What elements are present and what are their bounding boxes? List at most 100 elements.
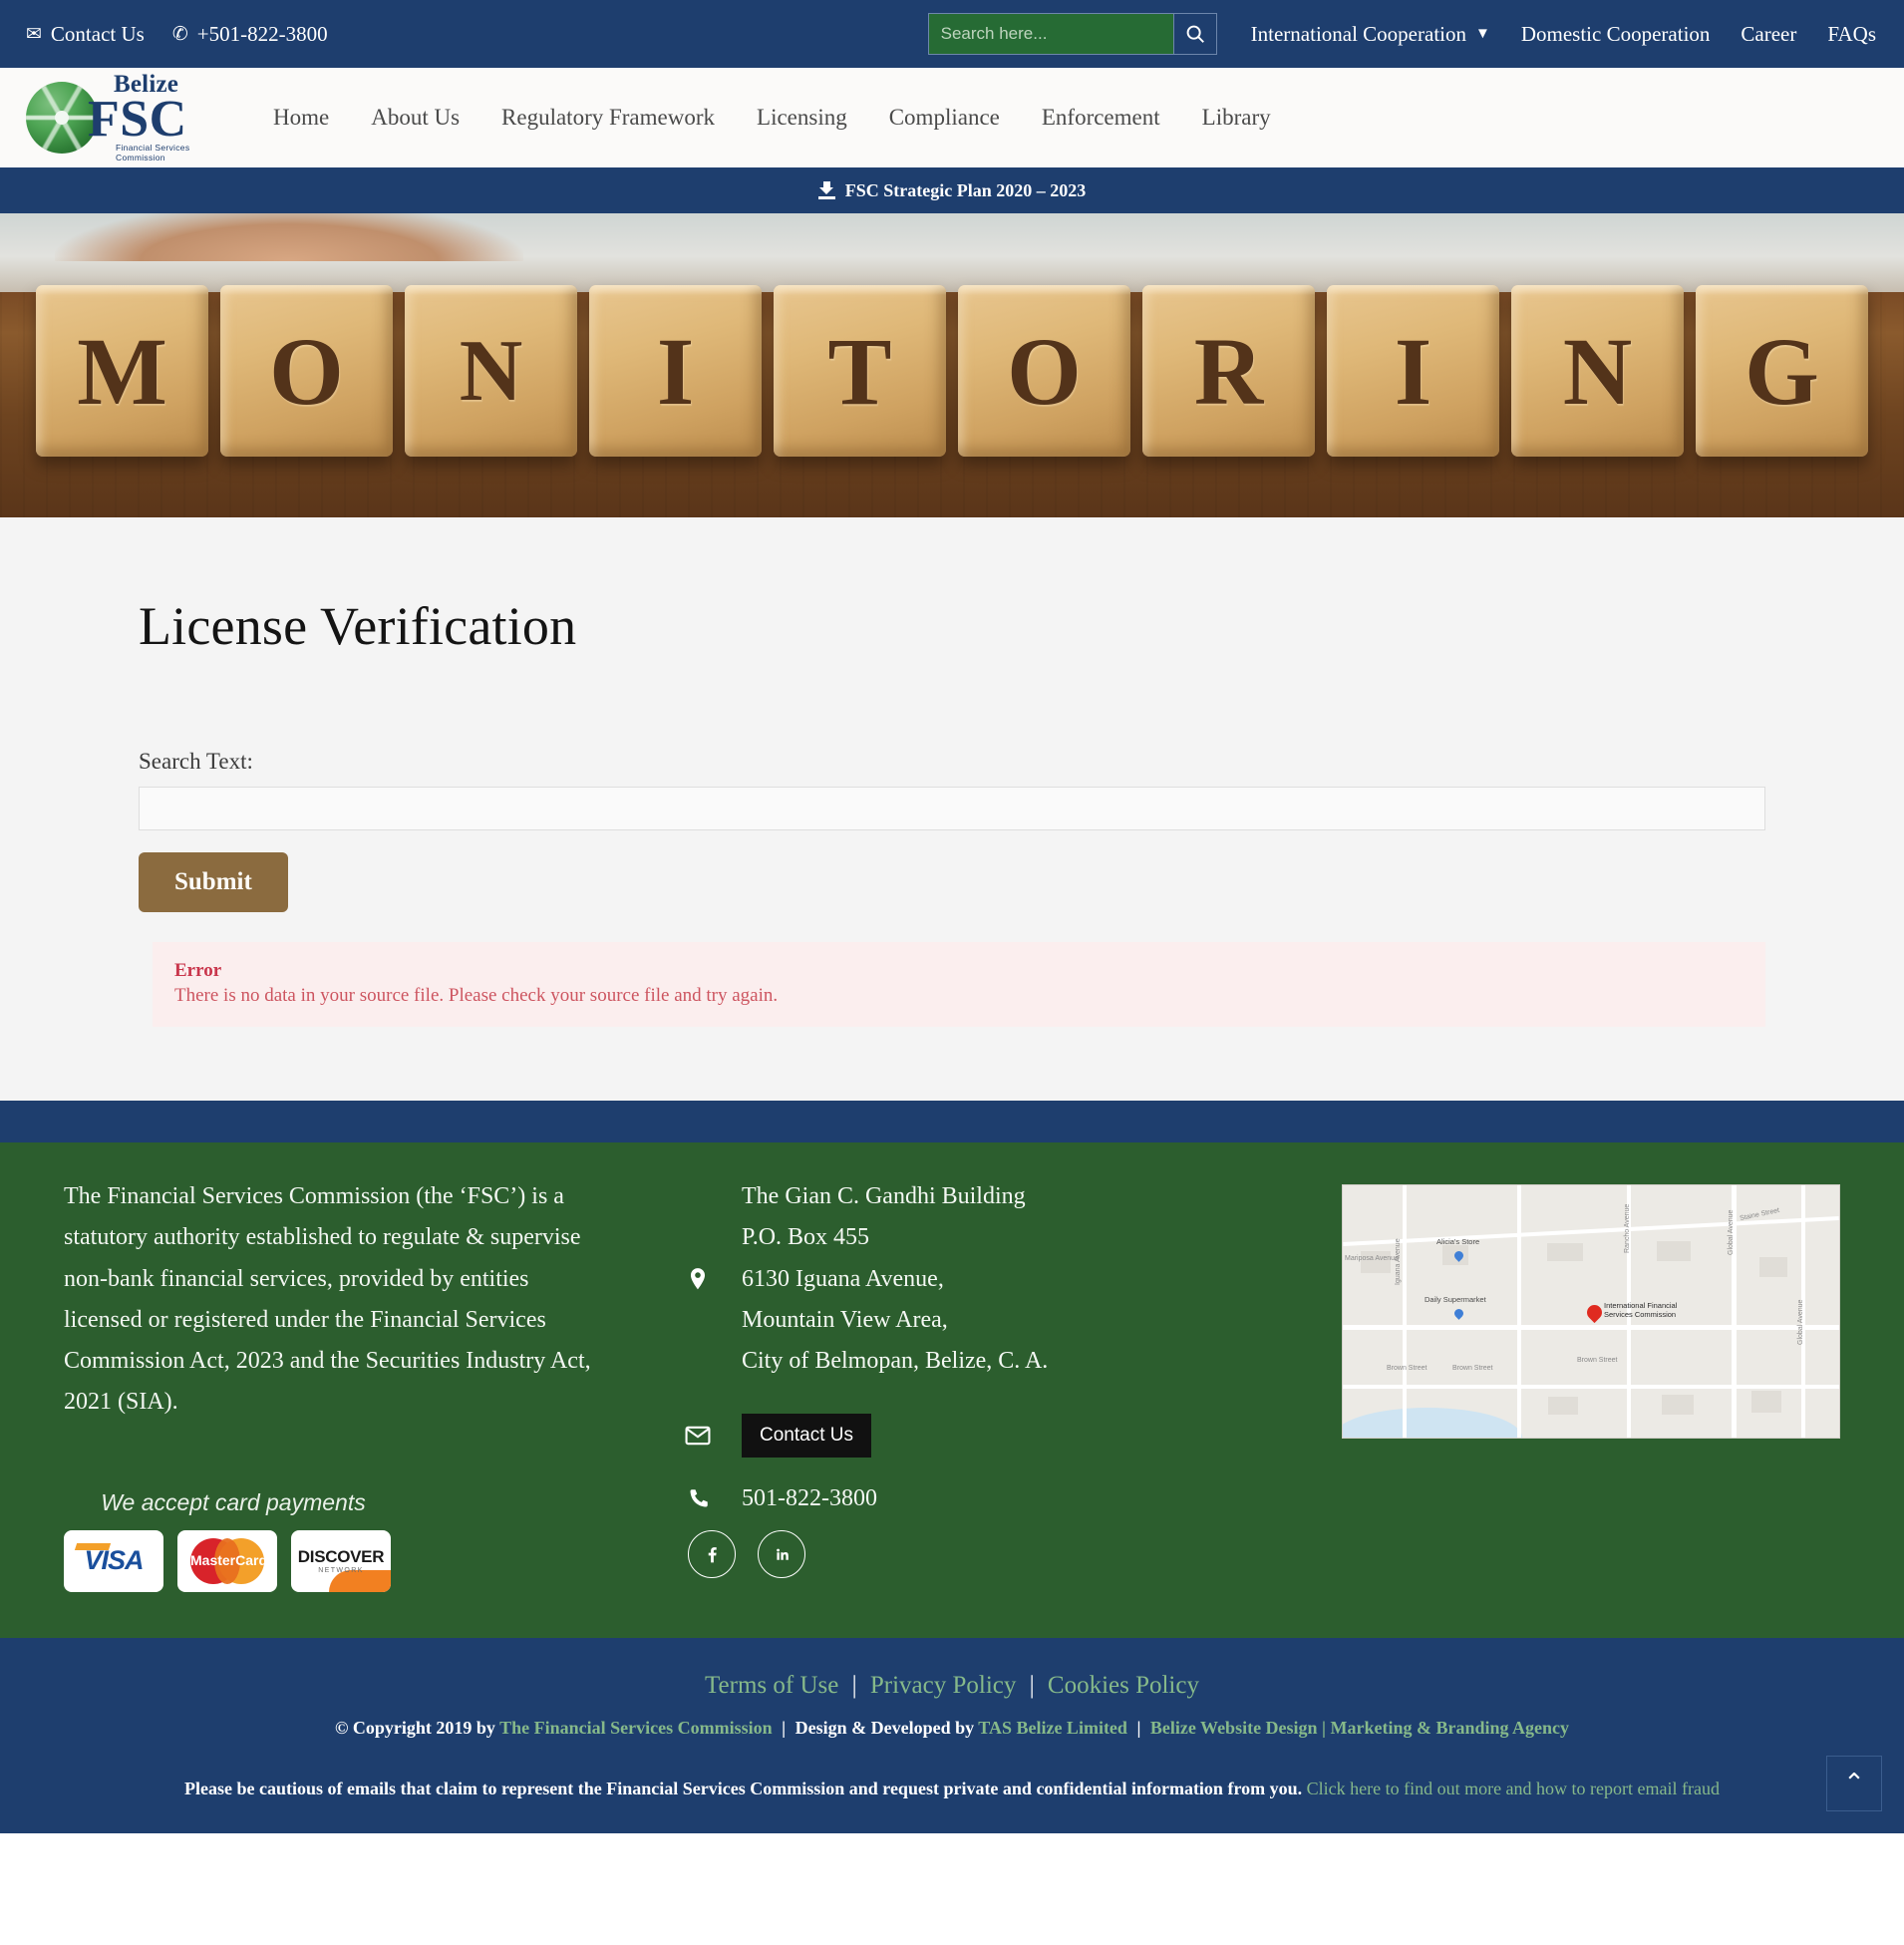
footer-address-row: The Gian C. Gandhi Building P.O. Box 455… [682,1176,1300,1382]
map-street-label: Global Avenue [1797,1299,1804,1345]
copyright-separator: | [1136,1717,1141,1738]
phone-icon: ✆ [171,23,188,45]
footer-phone-link[interactable]: 501-822-3800 [742,1485,877,1512]
map-building [1662,1395,1694,1415]
nav-item-compliance[interactable]: Compliance [889,105,1000,131]
cookies-policy-link[interactable]: Cookies Policy [1048,1672,1199,1699]
nav-item-regulatory-framework[interactable]: Regulatory Framework [501,105,715,131]
location-map[interactable]: International Financial Services Commissi… [1342,1184,1840,1439]
envelope-icon: ✉ [26,23,42,45]
map-street-label: Iguana Avenue [1395,1238,1402,1285]
copyright-org-link[interactable]: The Financial Services Commission [499,1718,773,1738]
fraud-report-link[interactable]: Click here to find out more and how to r… [1307,1779,1720,1798]
strategic-plan-label: FSC Strategic Plan 2020 – 2023 [844,179,1087,200]
submit-button[interactable]: Submit [139,852,288,912]
utility-topbar: ✉ Contact Us ✆ +501-822-3800 Internation… [0,0,1904,68]
design-company-link[interactable]: TAS Belize Limited [978,1718,1127,1738]
map-marker-label: International Financial Services Commissi… [1604,1301,1678,1320]
topbar-link-label: International Cooperation [1250,21,1466,46]
error-message: There is no data in your source file. Pl… [174,985,779,1006]
letter-block: N [405,285,577,457]
design-prefix: Design & Developed by [794,1717,975,1738]
search-text-label: Search Text: [139,749,253,774]
design-extra-link[interactable]: Belize Website Design | Marketing & Bran… [1150,1718,1569,1738]
map-marker-fsc [1583,1301,1606,1324]
topbar-link-label: Career [1741,21,1797,46]
strategic-plan-download-link[interactable]: FSC Strategic Plan 2020 – 2023 [817,179,1087,201]
privacy-policy-link[interactable]: Privacy Policy [870,1672,1017,1699]
map-road [1343,1385,1839,1389]
copyright-separator: | [782,1717,787,1738]
map-marker-supermarket [1452,1307,1465,1320]
copyright-line: © Copyright 2019 by The Financial Servic… [0,1718,1904,1739]
address-line: 6130 Iguana Avenue, [742,1265,944,1292]
letter-block: I [1327,285,1499,457]
letter-block: G [1696,285,1868,457]
topbar-link-domestic-cooperation[interactable]: Domestic Cooperation [1521,22,1711,47]
error-alert: Error There is no data in your source fi… [153,942,1765,1027]
page-title: License Verification [139,596,577,656]
visa-card-icon: VISA [64,1529,163,1592]
nav-item-licensing[interactable]: Licensing [757,105,847,131]
footer-contact-us-button[interactable]: Contact Us [742,1414,871,1459]
topbar-link-international-cooperation[interactable]: International Cooperation ▼ [1251,22,1490,47]
search-submit-button[interactable] [1172,14,1216,54]
nav-item-about-us[interactable]: About Us [371,105,460,131]
topbar-contact-group: ✉ Contact Us ✆ +501-822-3800 [26,23,328,45]
letter-block: I [589,285,762,457]
facebook-icon[interactable] [688,1530,736,1579]
site-logo[interactable]: Belize FSC Financial Services Commission [26,72,225,162]
mastercard-card-icon: MasterCard [177,1529,277,1592]
footer-bottom-bar: Terms of Use | Privacy Policy | Cookies … [0,1637,1904,1833]
legal-links: Terms of Use | Privacy Policy | Cookies … [0,1672,1904,1700]
search-text-input[interactable] [139,787,1765,830]
main-content: License Verification Search Text: Submit… [0,517,1904,1101]
map-building [1547,1243,1583,1261]
linkedin-icon[interactable] [758,1530,805,1579]
topbar-phone-link[interactable]: ✆ +501-822-3800 [171,23,328,45]
hero-letter-blocks: M O N I T O R I N G [0,285,1904,470]
footer-divider-strip [0,1101,1904,1142]
map-road [1517,1185,1521,1438]
primary-navigation: Home About Us Regulatory Framework Licen… [273,105,1271,131]
footer-about-column: The Financial Services Commission (the ‘… [64,1176,682,1592]
announcement-strip: FSC Strategic Plan 2020 – 2023 [0,167,1904,213]
nav-item-home[interactable]: Home [273,105,329,131]
letter-block: M [36,285,208,457]
topbar-link-faqs[interactable]: FAQs [1827,22,1876,47]
map-street-label: Brown Street [1387,1365,1428,1372]
footer-about-text: The Financial Services Commission (the ‘… [64,1183,591,1416]
map-building [1657,1241,1691,1261]
error-title: Error [174,960,222,981]
terms-of-use-link[interactable]: Terms of Use [705,1672,838,1699]
topbar-contact-us-link[interactable]: ✉ Contact Us [26,23,145,45]
address-line: City of Belmopan, Belize, C. A. [742,1348,1049,1375]
nav-item-library[interactable]: Library [1202,105,1271,131]
search-input[interactable] [928,14,1173,54]
hero-banner-monitoring: M O N I T O R I N G [0,213,1904,517]
visa-swoosh-shape [74,1542,112,1550]
chevron-up-icon: ⌃ [1843,1768,1865,1797]
letter-block: O [958,285,1130,457]
site-footer: The Financial Services Commission (the ‘… [0,1142,1904,1638]
discover-sublabel: NETWORK [318,1567,364,1575]
map-road [1403,1185,1407,1438]
download-icon [817,181,835,199]
search-icon [1186,25,1204,43]
copyright-prefix: © Copyright 2019 by [334,1717,495,1738]
address-line: Mountain View Area, [742,1306,948,1333]
map-road [1343,1325,1839,1330]
header-search [927,13,1217,55]
location-pin-icon [682,1266,714,1292]
map-street-label: Brown Street [1452,1365,1493,1372]
topbar-link-career[interactable]: Career [1741,22,1796,47]
hero-background-top [0,213,1904,293]
scroll-to-top-button[interactable]: ⌃ [1826,1755,1882,1811]
mastercard-circles: MasterCard [190,1537,268,1584]
footer-address-block: The Gian C. Gandhi Building P.O. Box 455… [742,1176,1048,1382]
mastercard-label: MasterCard [190,1551,268,1568]
legal-separator: | [851,1671,857,1699]
map-street-label: Brown Street [1577,1357,1618,1364]
nav-item-enforcement[interactable]: Enforcement [1042,105,1160,131]
payments-title: We accept card payments [101,1488,366,1515]
